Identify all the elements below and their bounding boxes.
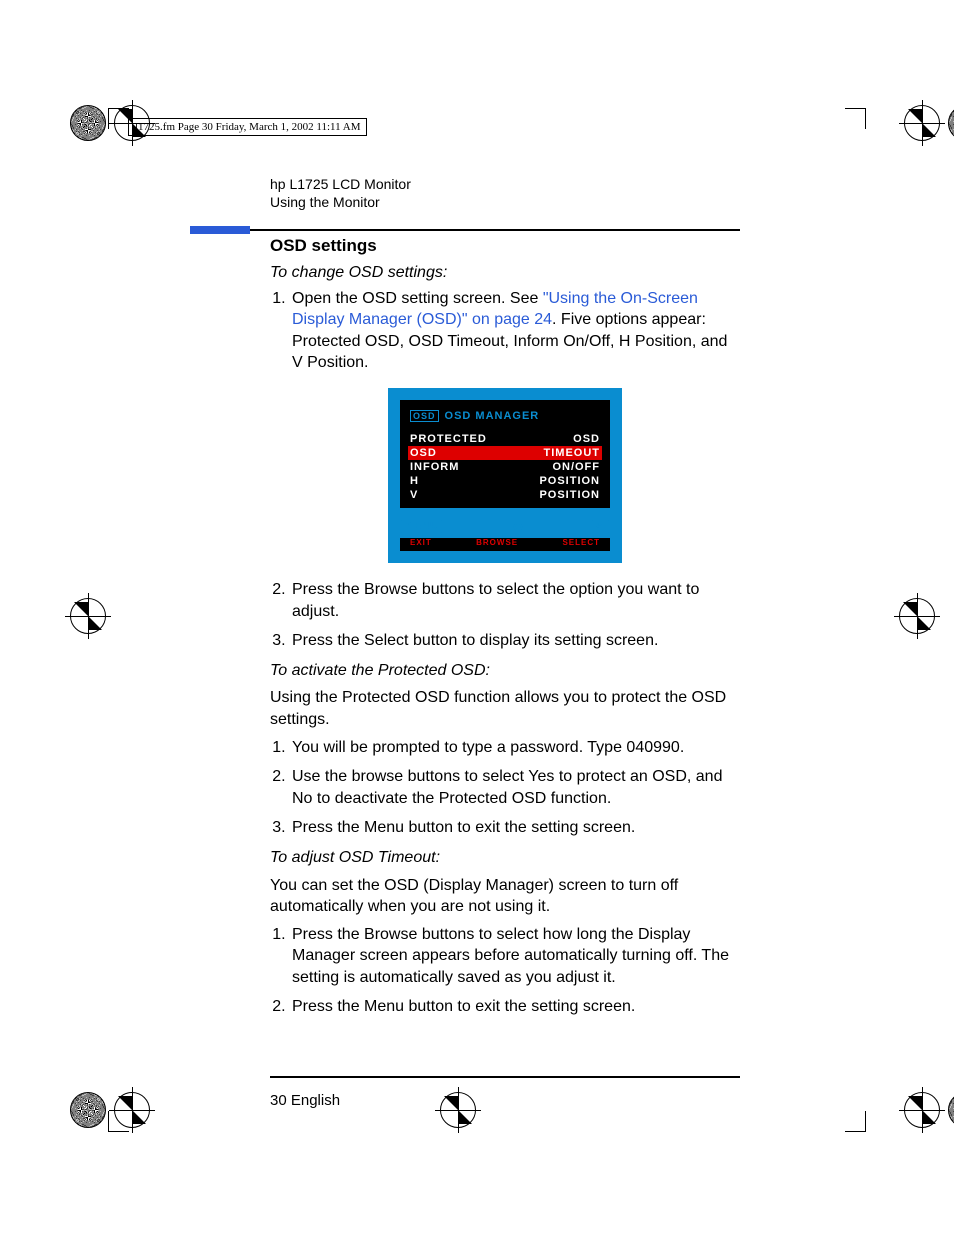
lead-change-osd: To change OSD settings: — [270, 262, 740, 284]
steps-osd-timeout: Press the Browse buttons to select how l… — [270, 924, 740, 1018]
osd-window-title: OSD MANAGER — [445, 410, 540, 422]
list-item: Press the Menu button to exit the settin… — [290, 996, 740, 1018]
osd-menu-row: INFORMON/OFF — [410, 460, 600, 474]
osd-menu-row: OSDTIMEOUT — [408, 446, 602, 460]
osd-exit-label: EXIT — [410, 538, 432, 547]
body-text: Using the Protected OSD function allows … — [270, 687, 740, 730]
lead-protected-osd: To activate the Protected OSD: — [270, 660, 740, 682]
list-item: Press the Select button to display its s… — [290, 630, 740, 652]
list-item: Press the Browse buttons to select the o… — [290, 579, 740, 622]
list-item: Open the OSD setting screen. See "Using … — [290, 288, 740, 374]
osd-menu-button: MENU — [400, 519, 443, 534]
steps-change-osd-cont: Press the Browse buttons to select the o… — [270, 579, 740, 652]
osd-select-label: SELECT — [562, 538, 600, 547]
osd-browse-arrows: ‹ › — [512, 518, 521, 536]
doc-chapter: Using the Monitor — [270, 193, 740, 211]
body-text: You can set the OSD (Display Manager) sc… — [270, 875, 740, 918]
footer-rule — [270, 1076, 740, 1078]
list-item: Press the Menu button to exit the settin… — [290, 817, 740, 839]
osd-menu-row: HPOSITION — [410, 474, 600, 488]
osd-menu-row: VPOSITION — [410, 488, 600, 502]
page-number: 30 English — [270, 1092, 340, 1109]
list-item: Press the Browse buttons to select how l… — [290, 924, 740, 989]
doc-title: hp L1725 LCD Monitor — [270, 175, 740, 193]
header-divider — [190, 226, 740, 234]
section-title: OSD settings — [270, 236, 740, 256]
running-header: hp L1725 LCD Monitor Using the Monitor — [270, 175, 740, 211]
osd-badge: OSD — [410, 410, 439, 422]
osd-select-button: ↵ — [591, 519, 610, 534]
steps-change-osd: Open the OSD setting screen. See "Using … — [270, 288, 740, 374]
list-item: Use the browse buttons to select Yes to … — [290, 766, 740, 809]
osd-menu-row: PROTECTEDOSD — [410, 432, 600, 446]
osd-browse-label: BROWSE — [476, 538, 518, 547]
lead-osd-timeout: To adjust OSD Timeout: — [270, 847, 740, 869]
list-item: You will be prompted to type a password.… — [290, 737, 740, 759]
osd-manager-figure: OSD OSD MANAGER PROTECTEDOSDOSDTIMEOUTIN… — [388, 388, 622, 563]
steps-protected-osd: You will be prompted to type a password.… — [270, 737, 740, 839]
page-slug: l1725.fm Page 30 Friday, March 1, 2002 1… — [128, 118, 367, 136]
